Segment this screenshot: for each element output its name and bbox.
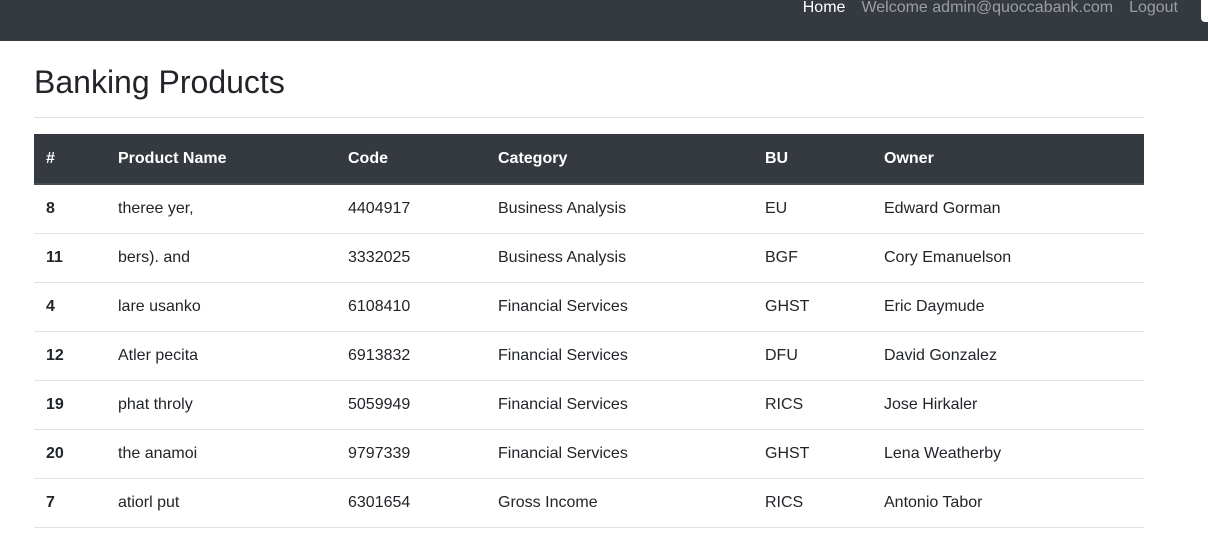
cell-bu: BGF [753, 233, 872, 283]
navbar-links: Home Welcome admin@quoccabank.com Logout [803, 0, 1178, 16]
cell-product-name: atiorl put [106, 478, 336, 528]
table-row[interactable]: 19 phat throly 5059949 Financial Services RI… [34, 380, 1144, 430]
cell-number: 12 [34, 331, 106, 381]
cell-code: 6913832 [336, 331, 486, 381]
cell-bu: RICS [753, 478, 872, 528]
cell-category: Business Analysis [486, 233, 753, 283]
cell-owner: Antonio Tabor [872, 478, 1144, 528]
column-header-code[interactable]: Code [336, 134, 486, 185]
cell-number: 20 [34, 429, 106, 479]
cell-bu: RICS [753, 380, 872, 430]
cell-category: Gross Income [486, 478, 753, 528]
cell-number: 8 [34, 184, 106, 234]
title-divider [34, 117, 1144, 118]
nav-welcome-text: Welcome admin@quoccabank.com [861, 0, 1114, 16]
nav-logout-link[interactable]: Logout [1129, 0, 1178, 16]
cell-category: Financial Services [486, 282, 753, 332]
cell-category: Financial Services [486, 380, 753, 430]
cell-product-name: theree yer, [106, 184, 336, 234]
navbar-edge-element [1201, 0, 1208, 22]
cell-bu: EU [753, 184, 872, 234]
cell-product-name: bers). and [106, 233, 336, 283]
table-row[interactable]: 7 atiorl put 6301654 Gross Income RICS Antoni… [34, 478, 1144, 528]
cell-owner: Edward Gorman [872, 184, 1144, 234]
cell-number: 11 [34, 233, 106, 283]
cell-product-name: phat throly [106, 380, 336, 430]
cell-bu: GHST [753, 429, 872, 479]
cell-product-name: the anamoi [106, 429, 336, 479]
cell-category: Financial Services [486, 331, 753, 381]
cell-number: 4 [34, 282, 106, 332]
table-row[interactable]: 4 lare usanko 6108410 Financial Services GHS… [34, 282, 1144, 332]
cell-code: 5059949 [336, 380, 486, 430]
top-navbar: Home Welcome admin@quoccabank.com Logout [0, 0, 1208, 41]
table-row[interactable]: 11 bers). and 3332025 Business Analysis BGF C… [34, 233, 1144, 283]
table-row[interactable]: 20 the anamoi 9797339 Financial Services GHS… [34, 429, 1144, 479]
cell-owner: Lena Weatherby [872, 429, 1144, 479]
cell-category: Financial Services [486, 429, 753, 479]
cell-code: 6108410 [336, 282, 486, 332]
cell-code: 4404917 [336, 184, 486, 234]
cell-code: 6301654 [336, 478, 486, 528]
cell-code: 3332025 [336, 233, 486, 283]
column-header-bu[interactable]: BU [753, 134, 872, 185]
cell-product-name: lare usanko [106, 282, 336, 332]
cell-bu: DFU [753, 331, 872, 381]
cell-owner: Eric Daymude [872, 282, 1144, 332]
table-row[interactable]: 12 Atler pecita 6913832 Financial Services D… [34, 331, 1144, 381]
cell-owner: Jose Hirkaler [872, 380, 1144, 430]
nav-home-link[interactable]: Home [803, 0, 846, 16]
cell-category: Business Analysis [486, 184, 753, 234]
page-title: Banking Products [34, 64, 285, 100]
cell-owner: David Gonzalez [872, 331, 1144, 381]
cell-owner: Cory Emanuelson [872, 233, 1144, 283]
column-header-owner[interactable]: Owner [872, 134, 1144, 185]
products-table: # Product Name Code Category BU Owner 8t… [34, 134, 1144, 528]
column-header-product-name[interactable]: Product Name [106, 134, 336, 185]
cell-code: 9797339 [336, 429, 486, 479]
table-row[interactable]: 8 theree yer, 4404917 Business Analysis EU Ed… [34, 184, 1144, 234]
column-header-number[interactable]: # [34, 134, 106, 185]
cell-bu: GHST [753, 282, 872, 332]
table-body: 8 theree yer, 4404917 Business Analysis EU Ed… [34, 184, 1144, 528]
table-header-row: # Product Name Code Category BU Owner [34, 134, 1144, 185]
cell-number: 19 [34, 380, 106, 430]
cell-product-name: Atler pecita [106, 331, 336, 381]
cell-number: 7 [34, 478, 106, 528]
column-header-category[interactable]: Category [486, 134, 753, 185]
